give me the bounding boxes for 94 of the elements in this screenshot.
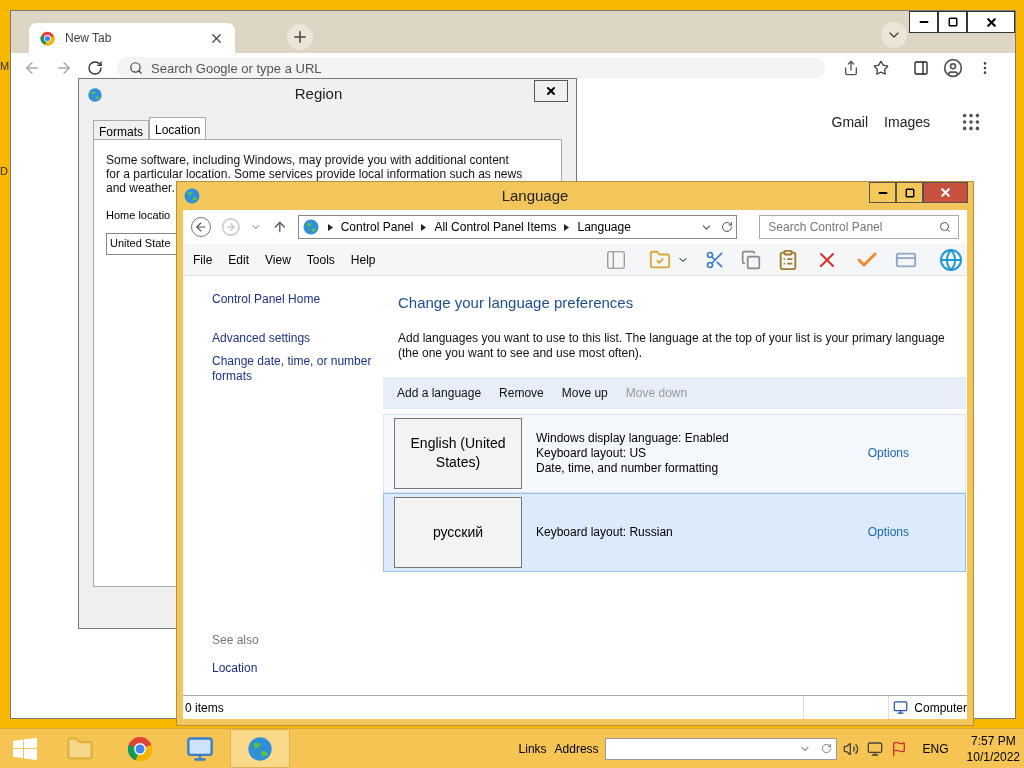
toolbar-command[interactable]: Move up — [561, 383, 608, 402]
breadcrumb-arrow-icon[interactable] — [327, 223, 333, 231]
see-also-link[interactable]: Location — [212, 659, 258, 677]
toolbar-command[interactable]: Remove — [499, 383, 544, 402]
share-icon[interactable] — [843, 60, 859, 76]
window-title: Region — [293, 84, 344, 105]
options-link[interactable]: Options — [867, 444, 909, 462]
profile-icon[interactable] — [943, 58, 963, 78]
search-icon — [129, 61, 143, 75]
sidebar-link[interactable]: Change date, time, or number formats — [212, 354, 383, 384]
language-detail: Date, time, and number formatting — [536, 460, 719, 476]
gmail-link[interactable]: Gmail — [831, 111, 869, 133]
menu-item[interactable]: Edit — [228, 250, 250, 269]
language-detail: Keyboard layout: Russian — [536, 524, 673, 540]
menu-item[interactable]: File — [193, 250, 213, 269]
dialog-tab[interactable]: Formats — [93, 120, 149, 139]
close-button[interactable] — [967, 11, 1015, 33]
omnibox[interactable]: Search Google or type a URL — [117, 57, 825, 79]
close-button[interactable] — [534, 79, 568, 102]
bookmark-icon[interactable] — [873, 60, 889, 76]
breadcrumb-item[interactable]: All Control Panel Items — [434, 218, 557, 236]
input-language-indicator[interactable]: ENG — [922, 739, 949, 758]
location-description: for a particular location. Some services provide local information such as news — [106, 167, 523, 181]
page-heading: Change your language preferences — [398, 293, 635, 313]
copy-icon[interactable] — [741, 249, 761, 270]
new-tab-button[interactable] — [287, 24, 313, 50]
maximize-icon — [947, 17, 958, 27]
item-count: 0 items — [184, 699, 225, 717]
apps-icon[interactable] — [960, 111, 982, 133]
menu-item[interactable]: View — [265, 250, 291, 269]
refresh-icon[interactable] — [721, 221, 734, 233]
home-location-label: Home locatio — [106, 208, 171, 223]
plus-icon — [291, 28, 309, 46]
forward-icon[interactable] — [55, 59, 73, 77]
toolbar-command[interactable]: Add a language — [397, 383, 482, 402]
scissors-icon[interactable] — [705, 249, 725, 270]
dialog-tab[interactable]: Location — [149, 117, 207, 139]
close-button[interactable] — [923, 182, 968, 203]
address-toolbar-label: Address — [554, 740, 599, 758]
minimize-button[interactable] — [909, 11, 938, 33]
reload-icon[interactable] — [87, 60, 103, 76]
close-icon — [984, 15, 998, 29]
breadcrumb-item[interactable]: Control Panel — [340, 218, 414, 236]
maximize-button[interactable] — [938, 11, 967, 33]
clipboard-icon[interactable] — [777, 248, 799, 271]
location-description: Some software, including Windows, may provide you with additional content — [106, 153, 509, 167]
menu-item[interactable]: Tools — [306, 250, 335, 269]
maximize-icon — [904, 187, 915, 198]
address-bar[interactable]: Control Panel All Control Panel Items Language — [297, 215, 738, 239]
zone-label: Computer — [914, 699, 967, 717]
folder-check-icon[interactable] — [649, 248, 671, 271]
windows-logo-icon — [13, 737, 37, 760]
taskbar-app-button[interactable] — [230, 729, 290, 768]
chrome-logo-icon — [40, 30, 55, 46]
tab-title: New Tab — [65, 30, 113, 47]
intro-text: Add languages you want to use to this list. The language at the top of your list is your primary language (the one you want to see and use most often). — [398, 330, 946, 361]
links-toolbar-label[interactable]: Links — [518, 739, 547, 758]
location-description: and weather. — [106, 181, 175, 195]
language-row[interactable]: русский Keyboard layout: Russian Options — [383, 492, 966, 572]
breadcrumb-item[interactable]: Language — [577, 218, 631, 236]
sidebar-link[interactable]: Control Panel Home — [212, 290, 321, 308]
breadcrumb-arrow-icon[interactable] — [564, 223, 570, 231]
language-row[interactable]: English (United States) Windows display language: Enabled Keyboard layout: US Date, time, and number formatting Options — [383, 413, 966, 493]
computer-icon — [893, 700, 909, 715]
globe-icon[interactable] — [939, 247, 963, 272]
see-also-heading: See also — [212, 632, 259, 649]
refresh-icon[interactable] — [820, 743, 832, 754]
menu-item[interactable]: Help — [350, 250, 376, 269]
address-field[interactable] — [604, 737, 837, 760]
language-name-tile: English (United States) — [394, 417, 522, 489]
back-icon[interactable] — [23, 59, 41, 77]
desktop-icon-label: D — [0, 164, 8, 179]
search-icon — [939, 221, 951, 233]
layout-pane-icon[interactable] — [605, 248, 627, 271]
chrome-logo-icon — [127, 735, 153, 762]
language-name-tile: русский — [394, 496, 522, 568]
window-title: Language — [500, 185, 570, 206]
up-icon[interactable] — [272, 219, 288, 235]
clock[interactable]: 7:57 PM 10/1/2022 — [966, 732, 1020, 765]
language-detail: Windows display language: Enabled — [536, 430, 729, 446]
sidebar-link[interactable]: Advanced settings — [212, 329, 311, 347]
close-icon — [545, 84, 557, 97]
search-field[interactable]: Search Control Panel — [759, 215, 959, 239]
maximize-button[interactable] — [896, 182, 923, 203]
minimize-button[interactable] — [869, 182, 896, 203]
options-link[interactable]: Options — [867, 523, 909, 541]
language-detail: Keyboard layout: US — [536, 445, 647, 461]
desktop-icon-label: M — [0, 59, 10, 74]
breadcrumb-arrow-icon[interactable] — [421, 223, 427, 231]
folder-icon — [66, 734, 94, 763]
close-icon — [939, 186, 952, 199]
browser-tab[interactable]: New Tab — [29, 23, 235, 53]
images-link[interactable]: Images — [884, 111, 930, 133]
side-panel-icon[interactable] — [913, 60, 929, 76]
